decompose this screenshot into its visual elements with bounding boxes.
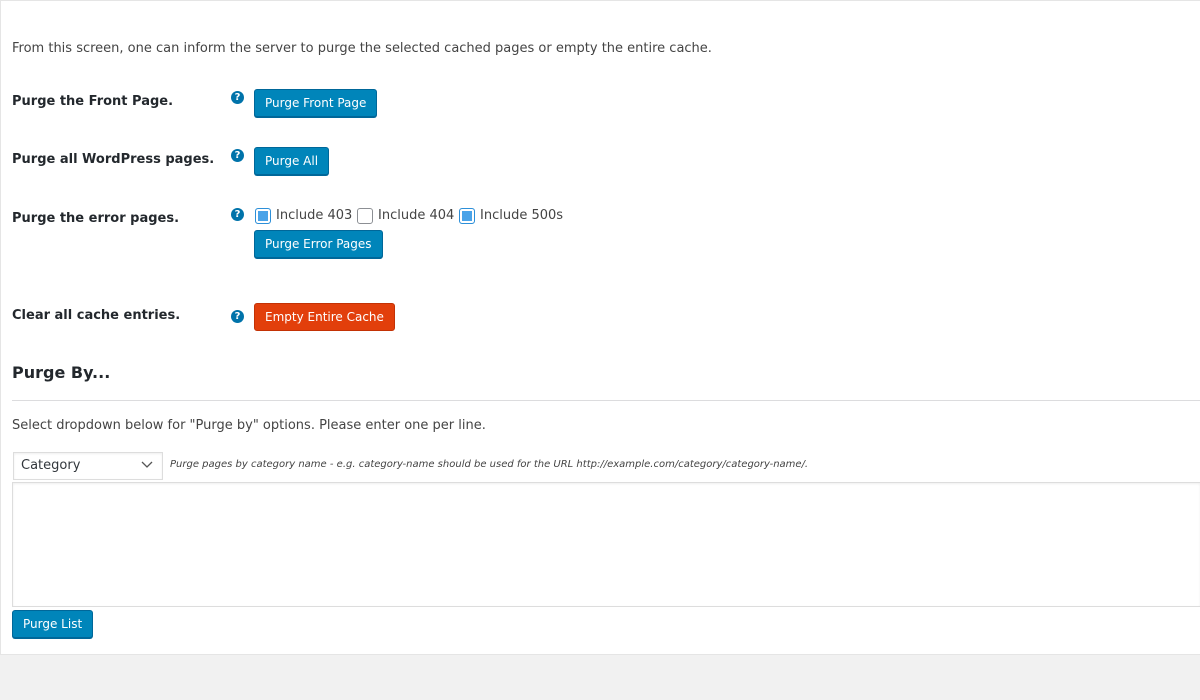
purge-front-page-button[interactable]: Purge Front Page [254,89,378,117]
chevron-down-icon [141,461,153,468]
purge-by-hint: Purge pages by category name - e.g. cate… [170,459,809,470]
purge-by-select-value: Category [21,458,81,473]
help-icon[interactable]: ? [231,310,244,323]
purge-list-textarea[interactable] [12,482,1200,607]
include-404-label[interactable]: Include 404 [378,208,454,224]
purge-list-button[interactable]: Purge List [12,610,94,638]
help-icon[interactable]: ? [231,149,244,162]
purge-settings-panel: From this screen, one can inform the ser… [0,0,1200,655]
purge-all-button[interactable]: Purge All [254,147,330,175]
purge-error-pages-button[interactable]: Purge Error Pages [254,230,383,258]
include-404-checkbox[interactable] [357,208,373,224]
help-icon[interactable]: ? [231,208,244,221]
help-icon[interactable]: ? [231,91,244,104]
purge-front-page-label: Purge the Front Page. [12,94,174,109]
include-500s-label[interactable]: Include 500s [480,208,563,224]
clear-cache-label: Clear all cache entries. [12,308,181,323]
purge-by-description: Select dropdown below for "Purge by" opt… [12,418,486,433]
purge-all-label: Purge all WordPress pages. [12,152,215,167]
purge-by-select[interactable]: Category [13,452,163,480]
purge-by-heading: Purge By... [12,363,111,382]
include-403-label[interactable]: Include 403 [276,208,352,224]
include-500s-checkbox[interactable] [459,208,475,224]
section-divider [12,400,1200,401]
purge-error-pages-label: Purge the error pages. [12,211,180,226]
empty-entire-cache-button[interactable]: Empty Entire Cache [254,303,395,331]
include-403-checkbox[interactable] [255,208,271,224]
intro-text: From this screen, one can inform the ser… [12,41,712,56]
